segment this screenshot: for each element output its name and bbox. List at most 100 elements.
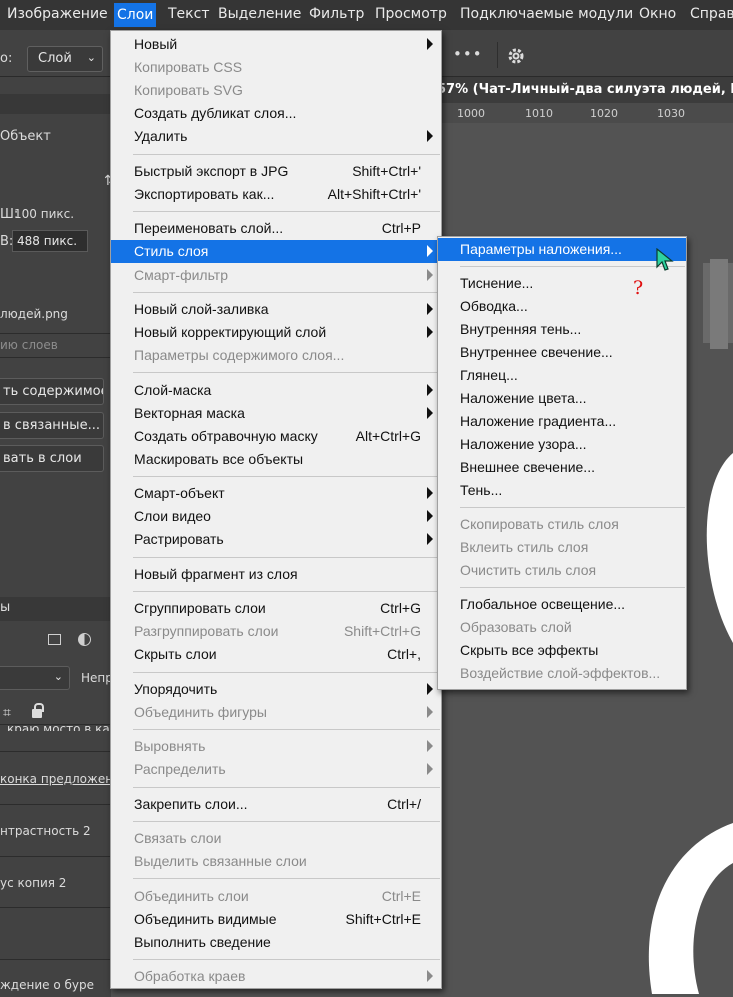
submenu-arrow-icon	[427, 487, 433, 500]
layer-comp-select[interactable]: ию слоев	[0, 338, 58, 352]
style-menu-item-1-8[interactable]: Внешнее свечение...	[438, 456, 686, 479]
horizontal-ruler: 1000 1010 1020 1030	[437, 103, 733, 124]
layer-menu-item-label: Новый фрагмент из слоя	[134, 565, 298, 582]
style-menu-item-1-1[interactable]: Обводка...	[438, 295, 686, 318]
lock-icon-shackle	[34, 703, 44, 712]
height-field[interactable]: 488 пикс.	[12, 230, 88, 252]
menu-select[interactable]: Выделение	[218, 6, 301, 26]
layer-menu-item-6-0[interactable]: Новый фрагмент из слоя	[111, 563, 441, 586]
layer-menu-item-shortcut: Ctrl+G	[380, 600, 421, 617]
image-filter-icon[interactable]	[48, 634, 61, 645]
layer-menu-item-3-1[interactable]: Новый корректирующий слой	[111, 321, 441, 344]
style-menu-item-1-3[interactable]: Внутреннее свечение...	[438, 341, 686, 364]
layer-menu-item-label: Создать дубликат слоя...	[134, 105, 297, 122]
menu-help[interactable]: Справ	[690, 6, 733, 26]
width-value[interactable]: 100 пикс.	[14, 207, 74, 221]
convert-to-linked-button[interactable]: в связанные...	[0, 412, 104, 439]
layer-menu-item-5-0[interactable]: Смарт-объект	[111, 482, 441, 505]
layer-menu-item-9-1: Распределить	[111, 758, 441, 781]
blend-mode-select[interactable]: Непр	[81, 671, 113, 685]
layer-menu-item-3-0[interactable]: Новый слой-заливка	[111, 298, 441, 321]
layer-menu-item-2-0[interactable]: Переименовать слой... Ctrl+P	[111, 217, 441, 240]
menu-plugins[interactable]: Подключаемые модули	[460, 6, 633, 26]
layer-row-2[interactable]: нтрастность 2	[0, 824, 91, 838]
layer-menu-separator	[133, 671, 440, 673]
menu-view[interactable]: Просмотр	[375, 6, 447, 26]
style-menu-item-label: Параметры наложения...	[460, 241, 622, 257]
menu-text[interactable]: Текст	[168, 6, 209, 26]
style-menu-item-3-2[interactable]: Скрыть все эффекты	[438, 639, 686, 662]
menu-layers[interactable]: Слои	[114, 3, 157, 27]
submenu-arrow-icon	[427, 763, 433, 776]
style-menu-item-3-0[interactable]: Глобальное освещение...	[438, 593, 686, 616]
submenu-arrow-icon	[427, 383, 433, 396]
style-menu-item-label: Глобальное освещение...	[460, 596, 626, 612]
menu-image[interactable]: Изображение	[7, 6, 108, 26]
layer-menu-item-4-2[interactable]: Создать обтравочную маску Alt+Ctrl+G	[111, 425, 441, 448]
layer-menu-separator	[133, 211, 440, 212]
layer-menu-item-label: Объединить фигуры	[134, 703, 267, 720]
style-menu-item-label: Очистить стиль слоя	[460, 562, 597, 578]
submenu-arrow-icon	[427, 38, 433, 50]
layer-menu-item-label: Создать обтравочную маску	[134, 427, 318, 444]
layer-filter-dropdown[interactable]: ⌄	[0, 666, 70, 690]
layer-menu-item-12-2[interactable]: Выполнить сведение	[111, 931, 441, 954]
layer-menu-item-5-1[interactable]: Слои видео	[111, 505, 441, 528]
chevron-down-icon: ⌄	[53, 670, 63, 683]
style-menu-item-1-6[interactable]: Наложение градиента...	[438, 410, 686, 433]
layer-row-4[interactable]: ждение о буре	[0, 978, 94, 992]
adjustment-filter-icon[interactable]	[78, 633, 91, 646]
layer-menu-item-0-1: Копировать CSS	[111, 56, 441, 79]
layer-menu-item-1-0[interactable]: Быстрый экспорт в JPG Shift+Ctrl+'	[111, 160, 441, 183]
gear-icon[interactable]	[505, 45, 527, 67]
layer-menu-item-label: Смарт-фильтр	[134, 266, 228, 283]
layer-menu-item-3-2: Параметры содержимого слоя...	[111, 344, 441, 367]
layer-menu-item-label: Переименовать слой...	[134, 220, 284, 237]
style-menu-separator	[460, 266, 685, 267]
layer-menu-item-0-3[interactable]: Создать дубликат слоя...	[111, 102, 441, 125]
layer-menu-item-4-1[interactable]: Векторная маска	[111, 402, 441, 425]
style-menu-item-label: Скрыть все эффекты	[460, 642, 599, 658]
layer-menu-item-0-0[interactable]: Новый	[111, 33, 441, 56]
layer-menu-item-7-0[interactable]: Сгруппировать слои Ctrl+G	[111, 597, 441, 620]
artboard-lock-icon[interactable]: ⌗	[3, 705, 11, 721]
layer-menu-item-label: Экспортировать как...	[134, 185, 275, 202]
convert-to-layers-button[interactable]: вать в слои	[0, 445, 104, 472]
style-menu-item-1-7[interactable]: Наложение узора...	[438, 433, 686, 456]
layer-menu-item-8-0[interactable]: Упорядочить	[111, 678, 441, 701]
layer-menu-item-1-1[interactable]: Экспортировать как... Alt+Shift+Ctrl+'	[111, 183, 441, 206]
style-menu-item-1-2[interactable]: Внутренняя тень...	[438, 318, 686, 341]
document-tab[interactable]: 57% (Чат-Личный-два силуэта людей, RGB/	[437, 77, 733, 103]
submenu-arrow-icon	[427, 740, 433, 753]
edit-contents-button[interactable]: ть содержимое	[0, 378, 104, 405]
menu-window[interactable]: Окно	[639, 6, 676, 26]
style-menu-item-1-5[interactable]: Наложение цвета...	[438, 387, 686, 410]
layer-menu-item-2-1[interactable]: Стиль слоя	[111, 240, 441, 264]
layer-menu-item-7-2[interactable]: Скрыть слои Ctrl+,	[111, 643, 441, 666]
auto-select-dropdown[interactable]: Слой ⌄	[27, 46, 103, 72]
submenu-arrow-icon	[427, 510, 433, 523]
layer-menu-item-label: Связать слои	[134, 830, 222, 847]
style-menu-item-0-0[interactable]: Параметры наложения...	[438, 238, 686, 261]
ruler-label: 1020	[590, 107, 618, 120]
layer-menu-item-label: Маскировать все объекты	[134, 450, 304, 467]
layer-menu-separator	[133, 959, 440, 960]
layer-menu-item-10-0[interactable]: Закрепить слои... Ctrl+/	[111, 793, 441, 816]
layer-row-3[interactable]: ус копия 2	[0, 876, 66, 890]
style-menu-item-1-9[interactable]: Тень...	[438, 479, 686, 502]
layer-menu-item-label: Упорядочить	[134, 680, 218, 697]
layer-menu-item-5-2[interactable]: Растрировать	[111, 528, 441, 551]
layers-tab[interactable]: ы	[0, 600, 10, 615]
style-menu-separator	[460, 507, 685, 508]
submenu-arrow-icon	[427, 970, 433, 983]
style-menu-item-1-4[interactable]: Глянец...	[438, 364, 686, 387]
more-options-icon[interactable]: •••	[453, 45, 483, 63]
submenu-arrow-icon	[427, 705, 433, 718]
chevron-down-icon: ⌄	[86, 51, 96, 64]
style-menu-item-1-0[interactable]: Тиснение...	[438, 272, 686, 295]
menu-filter[interactable]: Фильтр	[309, 6, 364, 26]
layer-menu-item-4-3[interactable]: Маскировать все объекты	[111, 448, 441, 471]
layer-menu-item-12-1[interactable]: Объединить видимые Shift+Ctrl+E	[111, 908, 441, 931]
layer-menu-item-4-0[interactable]: Слой-маска	[111, 379, 441, 402]
layer-menu-item-0-4[interactable]: Удалить	[111, 125, 441, 148]
